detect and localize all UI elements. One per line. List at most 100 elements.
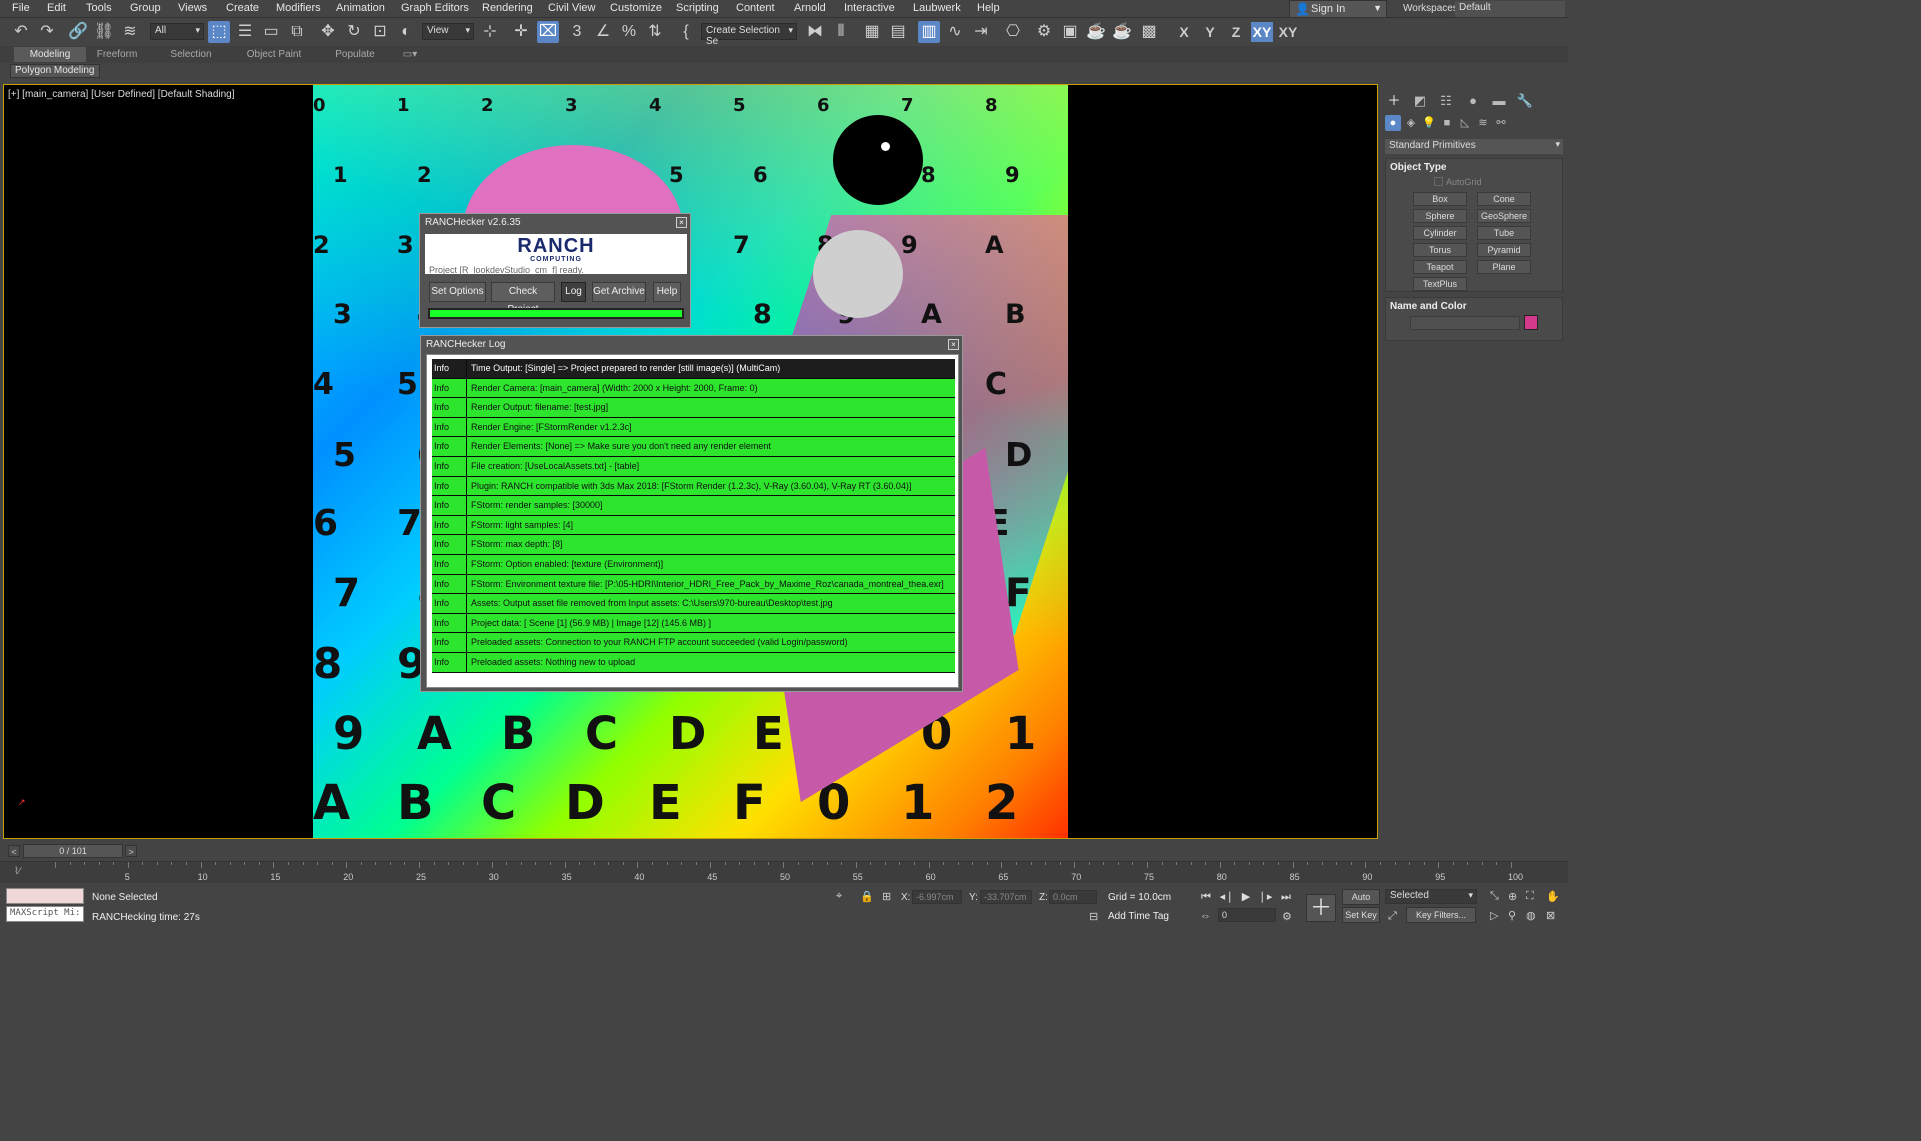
tab-object-paint[interactable]: Object Paint (236, 47, 312, 62)
axis-xy-button[interactable]: XY (1251, 22, 1273, 42)
orbit-icon[interactable]: ▷ (1490, 909, 1498, 922)
curve-editor-icon[interactable]: ∿ (944, 21, 966, 43)
maxscript-listener-input[interactable]: MAXScript Mi: (6, 906, 84, 922)
select-and-move-icon[interactable]: ✥ (317, 21, 339, 43)
key-filters-button[interactable]: Key Filters... (1406, 907, 1476, 923)
schematic-view-icon[interactable]: ⎔ (1002, 21, 1024, 43)
menu-interactive[interactable]: Interactive (844, 2, 895, 14)
zoom-extents-icon[interactable]: ⤡ (1490, 890, 1499, 903)
log-row[interactable]: Info FStorm: Environment texture file: [P… (432, 574, 955, 595)
sign-in-dropdown[interactable]: 👤 Sign In ▼ (1289, 0, 1387, 18)
time-slider-thumb[interactable]: 0 / 101 (23, 844, 123, 858)
display-tab-icon[interactable]: ▬ (1490, 92, 1508, 110)
placement-icon[interactable]: ◐ (395, 21, 417, 43)
default-in-out-tangents-icon[interactable]: ⤢ (1388, 910, 1397, 923)
set-keys-icon[interactable]: ＋ (1306, 894, 1336, 922)
object-name-input[interactable] (1410, 316, 1520, 330)
polygon-modeling-button[interactable]: Polygon Modeling (10, 64, 100, 78)
window-crossing-icon[interactable]: ⧉ (286, 21, 308, 43)
absolute-mode-icon[interactable]: ⊞ (882, 890, 891, 903)
cylinder-button[interactable]: Cylinder (1413, 226, 1467, 240)
motion-tab-icon[interactable]: ● (1464, 92, 1482, 110)
set-options-button[interactable]: Set Options (429, 282, 486, 302)
log-row[interactable]: Info Time Output: [Single] => Project pre… (432, 359, 955, 379)
space-warps-icon[interactable]: ≋ (1475, 115, 1491, 131)
menu-civil-view[interactable]: Civil View (548, 2, 595, 14)
hierarchy-tab-icon[interactable]: ☷ (1437, 92, 1455, 110)
utilities-tab-icon[interactable]: 🔧 (1516, 92, 1534, 110)
z-coordinate-field[interactable]: 0.0cm (1049, 890, 1097, 904)
undo-icon[interactable]: ↶ (10, 21, 32, 43)
menu-scripting[interactable]: Scripting (676, 2, 719, 14)
menu-customize[interactable]: Customize (610, 2, 662, 14)
align-icon[interactable]: ⫴ (830, 21, 852, 43)
log-row[interactable]: Info Plugin: RANCH compatible with 3ds Ma… (432, 476, 955, 497)
viewport-label[interactable]: [+] [main_camera] [User Defined] [Defaul… (8, 89, 235, 100)
autogrid-checkbox[interactable]: AutoGrid (1434, 177, 1482, 187)
previous-frame-icon[interactable]: < (8, 845, 20, 857)
log-row[interactable]: Info FStorm: render samples: [30000] (432, 496, 955, 516)
angle-snap-icon[interactable]: ∠ (592, 21, 614, 43)
next-key-icon[interactable]: ❘▸ (1257, 889, 1273, 905)
y-coordinate-field[interactable]: -33.707cm (980, 890, 1032, 904)
log-list[interactable]: Info Time Output: [Single] => Project pre… (426, 354, 959, 688)
link-icon[interactable]: 🔗 (67, 21, 89, 43)
select-and-rotate-icon[interactable]: ↻ (343, 21, 365, 43)
render-iterative-icon[interactable]: ☕ (1111, 21, 1133, 43)
bind-space-warp-icon[interactable]: ≋ (119, 21, 141, 43)
mini-curve-editor-icon[interactable]: ⌇∕ (14, 866, 21, 877)
log-row[interactable]: Info Render Elements: [None] => Make sure… (432, 437, 955, 457)
log-row[interactable]: Info Preloaded assets: Connection to your… (432, 633, 955, 653)
layer-explorer-icon[interactable]: ▤ (887, 21, 909, 43)
play-icon[interactable]: ▶ (1238, 889, 1254, 905)
selection-set-dropdown[interactable]: Selected (1385, 889, 1477, 904)
log-row[interactable]: Info FStorm: max depth: [8] (432, 535, 955, 555)
select-object-icon[interactable]: ⬚ (208, 21, 230, 43)
track-ruler[interactable]: 5 10 15 20 25 30 35 40 45 50 55 60 65 70 75 80 85 90 95 100 (55, 862, 1525, 884)
box-button[interactable]: Box (1413, 192, 1467, 206)
get-archive-button[interactable]: Get Archive (592, 282, 646, 302)
menu-edit[interactable]: Edit (47, 2, 66, 14)
menu-views[interactable]: Views (178, 2, 207, 14)
sphere-button[interactable]: Sphere (1413, 209, 1467, 223)
maxscript-listener-output[interactable] (6, 888, 84, 904)
helpers-icon[interactable]: ◺ (1457, 115, 1473, 131)
select-and-scale-icon[interactable]: ⊡ (369, 21, 391, 43)
x-coordinate-field[interactable]: -6.997cm (912, 890, 962, 904)
keyboard-shortcut-override-icon[interactable]: ⌧ (537, 21, 559, 43)
menu-file[interactable]: File (12, 2, 30, 14)
log-button[interactable]: Log (561, 282, 586, 302)
lights-icon[interactable]: 💡 (1421, 115, 1437, 131)
menu-arnold[interactable]: Arnold (794, 2, 826, 14)
go-to-end-icon[interactable]: ⏭ (1278, 889, 1294, 905)
selection-filter-dropdown[interactable]: All (150, 23, 204, 40)
menu-animation[interactable]: Animation (336, 2, 385, 14)
add-time-tag-button[interactable]: Add Time Tag (1108, 911, 1169, 922)
tab-modeling[interactable]: Modeling (14, 47, 86, 62)
time-slider[interactable]: < 0 / 101 > (8, 844, 1378, 858)
teapot-button[interactable]: Teapot (1413, 260, 1467, 274)
systems-icon[interactable]: ⚯ (1493, 115, 1509, 131)
snaps-toggle-icon[interactable]: 3 (566, 21, 588, 43)
menu-create[interactable]: Create (226, 2, 259, 14)
tab-populate[interactable]: Populate (326, 47, 384, 62)
current-frame-field[interactable]: 0 (1218, 908, 1276, 922)
rendered-frame-window-icon[interactable]: ▣ (1059, 21, 1081, 43)
close-icon[interactable]: × (676, 217, 687, 228)
render-setup-icon[interactable]: ⚙ (1033, 21, 1055, 43)
time-tag-icon[interactable]: ⊟ (1089, 910, 1098, 923)
pan-view-icon[interactable]: ✋ (1546, 890, 1560, 903)
previous-key-icon[interactable]: ◂❘ (1219, 889, 1235, 905)
walk-through-icon[interactable]: ⚲ (1508, 909, 1516, 922)
geometry-icon[interactable]: ● (1385, 115, 1401, 131)
log-row[interactable]: Info Render Output: filename: [test.jpg] (432, 398, 955, 418)
render-production-icon[interactable]: ☕ (1085, 21, 1107, 43)
selection-lock-icon[interactable]: 🔒 (860, 890, 874, 903)
named-selection-set-dropdown[interactable]: Create Selection Se (701, 23, 797, 47)
ribbon-options-icon[interactable]: ▭▾ (398, 47, 422, 62)
axis-z-button[interactable]: Z (1225, 22, 1247, 42)
auto-key-button[interactable]: Auto Key (1342, 889, 1380, 916)
tab-selection[interactable]: Selection (160, 47, 222, 62)
cone-button[interactable]: Cone (1477, 192, 1531, 206)
log-row[interactable]: Info Assets: Output asset file removed fr… (432, 594, 955, 614)
